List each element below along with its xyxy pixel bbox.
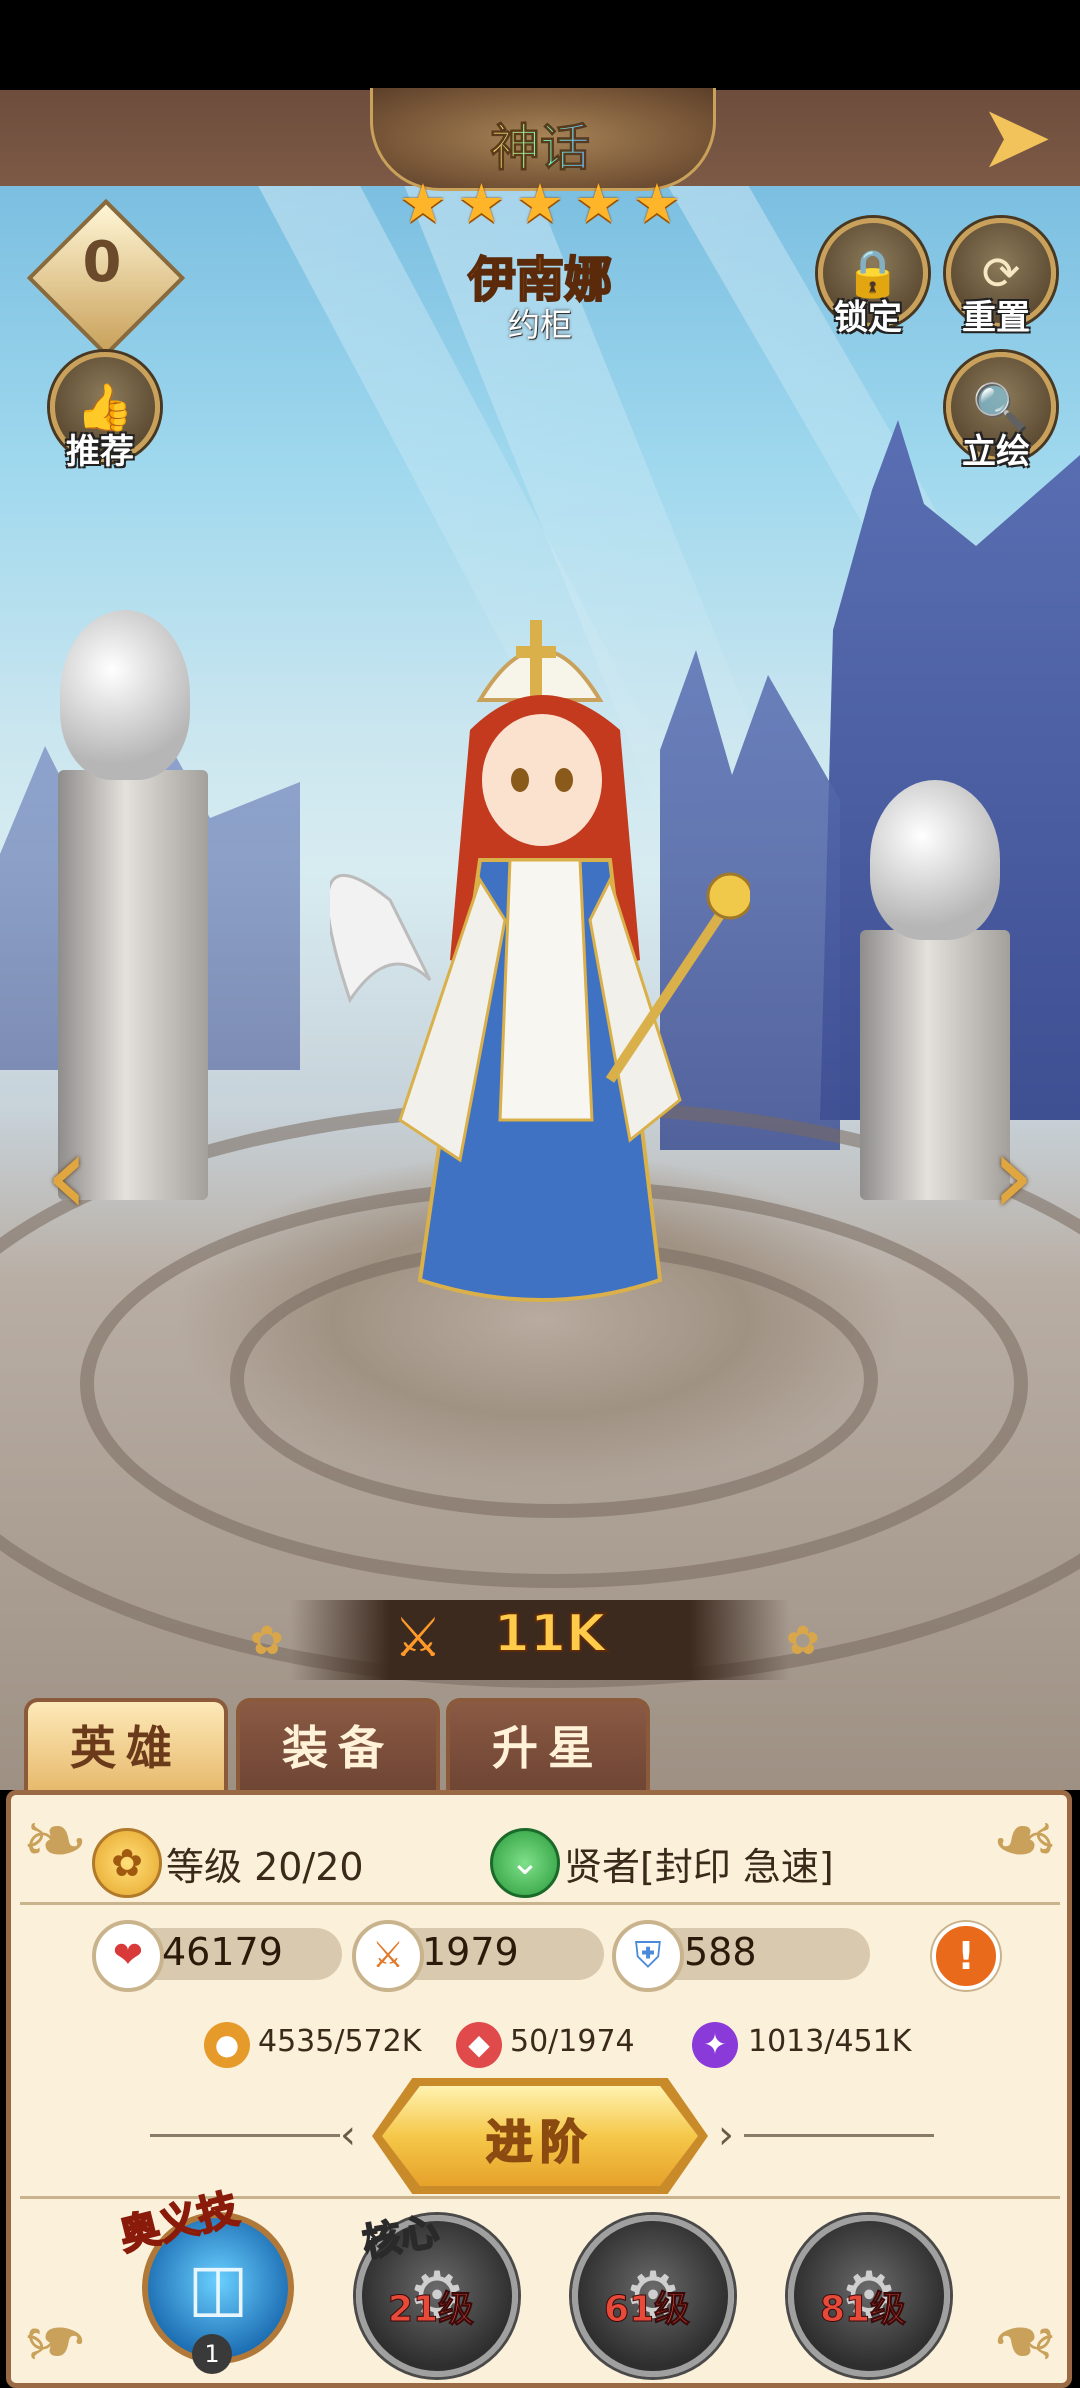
back-arrow-icon[interactable]: ➤ — [966, 92, 1066, 184]
gold-resource: 4535/572K — [258, 2024, 422, 2059]
chevron-right-icon: › — [718, 2112, 734, 2158]
gold-coin-icon: ● — [204, 2022, 250, 2068]
rarity-label: 神话 — [450, 108, 630, 180]
rose-ornament-icon: ✿ — [250, 1618, 284, 1664]
hero-class-text: 贤者[封印 急速] — [564, 1845, 834, 1889]
gem-resource: 50/1974 — [510, 2024, 635, 2059]
class-chevron-icon: ⌄ — [490, 1828, 560, 1898]
corner-ornament-icon: ❧ — [991, 1794, 1059, 1887]
hero-level-text: 等级 20/20 — [166, 1845, 364, 1889]
heart-icon: ❤ — [92, 1920, 164, 1992]
hero-faction: 约柜 — [507, 306, 572, 344]
prev-hero-arrow-icon[interactable]: ‹ — [32, 1120, 102, 1230]
hp-value: 46179 — [162, 1930, 283, 1974]
next-hero-arrow-icon[interactable]: › — [978, 1120, 1048, 1230]
core-skill-unlock-level: 21级 — [387, 2289, 475, 2331]
star-rating: ★ ★ ★ ★ ★ — [395, 176, 685, 236]
recommend-label: 推荐 — [66, 432, 134, 472]
star-icon: ★ — [457, 172, 506, 235]
tab-hero[interactable]: 英雄 — [24, 1698, 228, 1794]
lock-label: 锁定 — [834, 298, 902, 338]
info-alert-button[interactable]: ! — [932, 1922, 1000, 1990]
skill-slot-3-unlock-level: 81级 — [819, 2289, 907, 2331]
essence-resource: 1013/451K — [748, 2024, 912, 2059]
ultimate-skill-count: 1 — [192, 2334, 232, 2374]
sword-icon: ⚔ — [352, 1920, 424, 1992]
advance-label: 进阶 — [485, 2114, 594, 2170]
reset-label: 重置 — [962, 298, 1030, 338]
decor-line — [744, 2134, 934, 2137]
hero-level-gem-value: 0 — [82, 230, 122, 295]
power-value: 11K — [493, 1603, 608, 1665]
corner-ornament-icon: ❧ — [21, 2295, 89, 2388]
star-icon: ★ — [398, 172, 448, 235]
level-rose-icon: ✿ — [92, 1828, 162, 1898]
defense-value: 588 — [684, 1930, 757, 1974]
star-icon: ★ — [632, 172, 682, 235]
rose-ornament-icon: ✿ — [786, 1618, 820, 1664]
star-icon: ★ — [574, 172, 623, 235]
crossed-swords-icon: ⚔ — [393, 1606, 443, 1669]
purple-essence-icon: ✦ — [692, 2022, 738, 2068]
corner-ornament-icon: ❧ — [991, 2295, 1059, 2388]
tab-star-up[interactable]: 升星 — [446, 1698, 650, 1794]
divider — [20, 1902, 1060, 1905]
attack-value: 1979 — [422, 1930, 519, 1974]
chevron-left-icon: ‹ — [340, 2112, 356, 2158]
corner-ornament-icon: ❧ — [21, 1794, 89, 1887]
red-gem-icon: ◆ — [456, 2022, 502, 2068]
shield-icon: ⛨ — [612, 1920, 684, 1992]
tab-equipment[interactable]: 装备 — [236, 1698, 440, 1794]
hero-character-portrait[interactable] — [330, 560, 750, 1320]
star-icon: ★ — [515, 172, 565, 235]
portrait-label: 立绘 — [962, 432, 1030, 472]
decor-line — [150, 2134, 340, 2137]
skill-slot-2-unlock-level: 61级 — [603, 2289, 691, 2331]
